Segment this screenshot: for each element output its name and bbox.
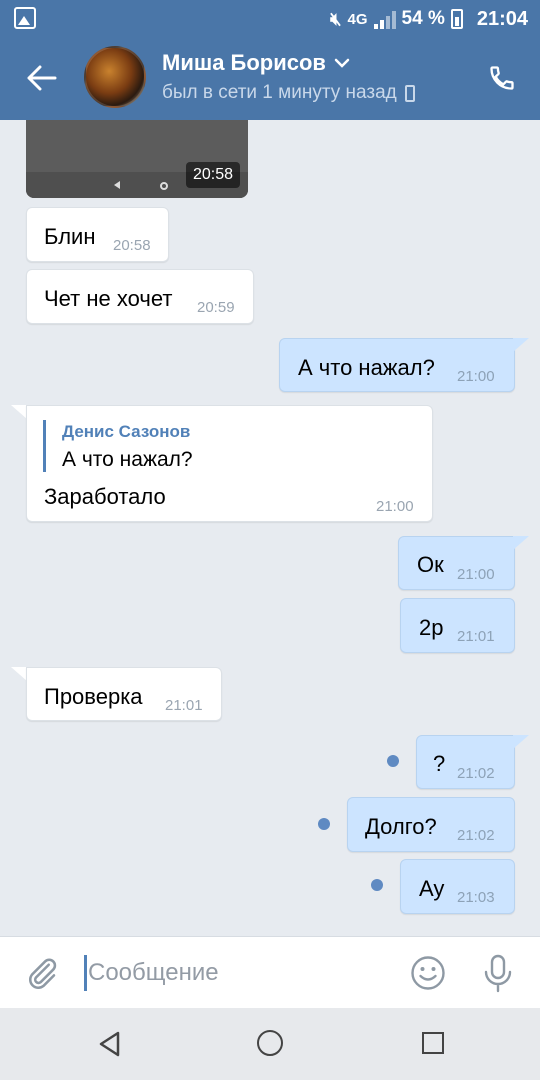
contact-name-button[interactable]: Миша Борисов bbox=[162, 50, 350, 76]
contact-status-text: был в сети 1 минуту назад bbox=[162, 82, 397, 103]
bubble-tail bbox=[11, 405, 27, 419]
message-time: 21:00 bbox=[457, 566, 495, 583]
call-button[interactable] bbox=[484, 60, 520, 96]
message-text: Заработало bbox=[44, 484, 166, 509]
message-outgoing[interactable]: ? 21:02 bbox=[416, 735, 515, 789]
message-time: 20:59 bbox=[197, 299, 235, 316]
chevron-down-icon bbox=[334, 58, 350, 68]
phone-icon bbox=[490, 66, 514, 90]
message-time: 21:01 bbox=[457, 628, 495, 645]
bubble-tail bbox=[11, 667, 27, 681]
mute-icon: 🔇︎ bbox=[330, 8, 342, 29]
message-text: Ок bbox=[417, 552, 444, 577]
unread-indicator bbox=[318, 818, 330, 830]
message-text: Проверка bbox=[44, 684, 143, 709]
message-outgoing[interactable]: Долго? 21:02 bbox=[347, 797, 515, 852]
video-preview-back-icon bbox=[114, 181, 120, 189]
mobile-icon bbox=[404, 84, 415, 102]
network-type: 4G bbox=[347, 10, 368, 28]
clock: 21:04 bbox=[476, 7, 528, 30]
message-incoming[interactable]: Чет не хочет 20:59 bbox=[26, 269, 254, 324]
system-recents-button[interactable] bbox=[422, 1032, 444, 1054]
chat-header: Миша Борисов был в сети 1 минуту назад bbox=[0, 38, 540, 120]
system-navigation-bar bbox=[0, 1008, 540, 1080]
video-timestamp: 20:58 bbox=[185, 162, 240, 188]
message-text: Долго? bbox=[365, 814, 437, 839]
message-outgoing[interactable]: Ау 21:03 bbox=[400, 859, 515, 914]
bubble-tail bbox=[513, 536, 529, 550]
message-time: 21:02 bbox=[457, 765, 495, 782]
image-icon bbox=[14, 7, 36, 29]
message-text: А что нажал? bbox=[298, 355, 435, 380]
message-text: Чет не хочет bbox=[44, 286, 173, 311]
microphone-icon bbox=[484, 954, 512, 993]
status-bar: 🔇︎ 4G 54 % 21:04 bbox=[0, 0, 540, 38]
smiley-icon bbox=[411, 956, 445, 990]
message-time: 21:00 bbox=[376, 498, 414, 515]
video-preview-home-icon bbox=[160, 182, 168, 190]
message-outgoing[interactable]: Ок 21:00 bbox=[398, 536, 515, 590]
message-incoming[interactable]: Блин 20:58 bbox=[26, 207, 169, 262]
message-time: 21:03 bbox=[457, 889, 495, 906]
reply-author: Денис Сазонов bbox=[62, 422, 191, 441]
message-time: 21:02 bbox=[457, 827, 495, 844]
emoji-button[interactable] bbox=[410, 955, 446, 991]
avatar[interactable] bbox=[84, 46, 146, 108]
battery-icon bbox=[450, 9, 463, 29]
message-incoming[interactable]: Проверка 21:01 bbox=[26, 667, 222, 721]
message-outgoing[interactable]: 2р 21:01 bbox=[400, 598, 515, 653]
bubble-tail bbox=[513, 338, 529, 352]
message-text: ? bbox=[433, 751, 446, 776]
contact-name: Миша Борисов bbox=[162, 50, 326, 75]
reply-text: А что нажал? bbox=[62, 448, 193, 471]
triangle-back-icon bbox=[99, 1031, 120, 1057]
unread-indicator bbox=[387, 755, 399, 767]
message-time: 20:58 bbox=[113, 237, 151, 254]
back-button[interactable] bbox=[22, 58, 62, 98]
message-text: Ау bbox=[419, 876, 445, 901]
message-text: Блин bbox=[44, 224, 96, 249]
signal-icon bbox=[373, 9, 396, 29]
text-cursor bbox=[84, 955, 87, 991]
message-composer bbox=[0, 936, 540, 1008]
message-time: 21:00 bbox=[457, 368, 495, 385]
unread-indicator bbox=[371, 879, 383, 891]
attach-button[interactable] bbox=[24, 955, 60, 991]
bubble-tail bbox=[513, 735, 529, 749]
reply-quote-bar bbox=[43, 420, 46, 472]
system-back-button[interactable] bbox=[96, 1030, 124, 1058]
message-outgoing[interactable]: А что нажал? 21:00 bbox=[279, 338, 515, 392]
battery-percent: 54 % bbox=[401, 8, 445, 29]
paperclip-icon bbox=[29, 958, 57, 989]
contact-status: был в сети 1 минуту назад bbox=[162, 82, 415, 104]
message-time: 21:01 bbox=[165, 697, 203, 714]
message-text: 2р bbox=[419, 615, 444, 640]
system-home-button[interactable] bbox=[257, 1030, 283, 1056]
voice-message-button[interactable] bbox=[482, 953, 514, 993]
video-attachment[interactable]: 20:58 bbox=[26, 120, 248, 198]
message-input[interactable] bbox=[88, 953, 388, 993]
arrow-left-icon bbox=[27, 65, 57, 91]
